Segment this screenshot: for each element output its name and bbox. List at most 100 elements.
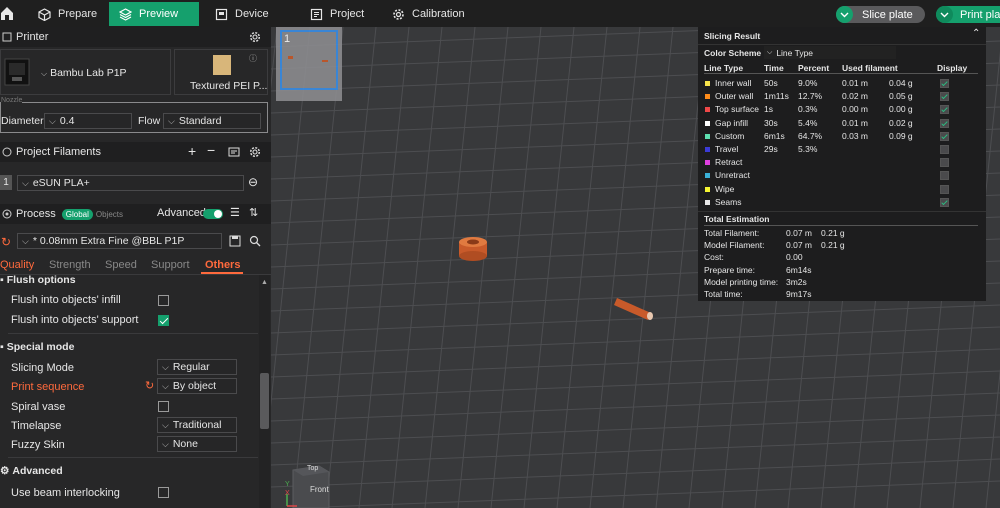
- line-type-time: 6m1s: [764, 130, 785, 141]
- info-icon[interactable]: ⓘ: [249, 53, 257, 64]
- line-type-color-swatch: [705, 160, 710, 166]
- gear-icon[interactable]: [249, 31, 261, 43]
- filament-dropdown[interactable]: ⌵ eSUN PLA+: [17, 175, 244, 191]
- estimation-v1: 0.00: [786, 252, 803, 263]
- tab-others[interactable]: Others: [205, 259, 240, 271]
- plate-selector[interactable]: ⓘ Textured PEI P...: [174, 49, 268, 95]
- slice-plate-label: Slice plate: [862, 8, 913, 21]
- estimation-label: Model printing time:: [704, 276, 779, 287]
- scrollbar-thumb[interactable]: [260, 373, 269, 429]
- tab-support[interactable]: Support: [151, 259, 190, 271]
- remove-filament-icon[interactable]: −: [207, 142, 215, 158]
- left-sidebar: Printer ⌵ Bambu Lab P1P ⓘ Textured PEI P.…: [0, 27, 271, 508]
- tab-label: Device: [235, 8, 269, 20]
- flush-support-label: Flush into objects' support: [11, 314, 139, 326]
- line-type-row: Retract: [698, 156, 986, 169]
- line-type-color-swatch: [705, 94, 710, 100]
- chevron-down-icon[interactable]: [936, 6, 953, 23]
- flow-dropdown[interactable]: ⌵ Standard: [163, 113, 261, 129]
- reset-icon[interactable]: ↻: [145, 379, 154, 392]
- search-icon[interactable]: [249, 235, 261, 247]
- line-type-row: Custom 6m1s 64.7% 0.03 m 0.09 g: [698, 130, 986, 143]
- estimation-label: Prepare time:: [704, 264, 756, 275]
- display-checkbox[interactable]: [940, 184, 949, 194]
- filament-icon: [2, 147, 12, 157]
- section-title: Process: [16, 208, 56, 220]
- slicing-mode-dropdown[interactable]: ⌵ Regular: [157, 359, 237, 375]
- line-type-color-swatch: [705, 186, 710, 192]
- objects-toggle[interactable]: Objects: [96, 210, 123, 219]
- flush-options-heading: ▪ Flush options: [0, 274, 76, 286]
- slice-plate-button[interactable]: Slice plate: [836, 6, 925, 23]
- line-type-name: Seams: [715, 196, 742, 207]
- spiral-vase-checkbox[interactable]: [158, 401, 169, 412]
- printer-name: ⌵ Bambu Lab P1P: [41, 67, 127, 79]
- tab-speed[interactable]: Speed: [105, 259, 137, 271]
- process-profile-dropdown[interactable]: ⌵ * 0.08mm Extra Fine @BBL P1P: [17, 233, 222, 249]
- tab-calibration[interactable]: Calibration: [382, 2, 475, 26]
- tab-preview[interactable]: Preview: [109, 2, 199, 26]
- reset-icon[interactable]: ↻: [1, 235, 11, 249]
- fuzzy-skin-dropdown[interactable]: ⌵ None: [157, 436, 237, 452]
- printer-icon: [215, 8, 228, 20]
- print-sequence-dropdown[interactable]: ⌵ By object: [157, 378, 237, 394]
- home-icon[interactable]: [0, 4, 14, 22]
- filament-index: 1: [0, 175, 12, 190]
- display-checkbox[interactable]: [940, 105, 949, 115]
- display-checkbox[interactable]: [940, 171, 949, 181]
- diameter-dropdown[interactable]: ⌵ 0.4: [44, 113, 132, 129]
- plate-thumbnail[interactable]: 1: [276, 27, 342, 101]
- line-type-name: Inner wall: [715, 78, 752, 88]
- save-icon[interactable]: [229, 235, 241, 247]
- grid-line: [358, 27, 410, 508]
- display-checkbox[interactable]: [940, 79, 949, 88]
- timelapse-dropdown[interactable]: ⌵ Traditional: [157, 417, 237, 433]
- collapse-icon[interactable]: ⌃: [972, 28, 980, 39]
- line-type-row: Wipe: [698, 183, 986, 196]
- global-toggle[interactable]: Global: [61, 208, 93, 220]
- line-type-name: Travel: [715, 144, 739, 154]
- flush-infill-checkbox[interactable]: [158, 295, 169, 306]
- tab-device[interactable]: Device: [205, 2, 279, 26]
- slicing-result-panel: Slicing Result ⌃ Color Scheme ⌵ Line Type…: [698, 27, 986, 301]
- grid-line: [556, 27, 608, 508]
- tab-prepare[interactable]: Prepare: [28, 2, 107, 26]
- display-checkbox[interactable]: [940, 145, 949, 154]
- printer-thumbnail-icon: [4, 58, 30, 86]
- compare-icon[interactable]: ⇅: [249, 206, 258, 219]
- add-filament-icon[interactable]: +: [188, 143, 196, 159]
- process-icon: [2, 209, 12, 219]
- line-type-percent: 64.7%: [798, 130, 823, 141]
- sync-icon[interactable]: [228, 146, 240, 158]
- model-rod[interactable]: [614, 298, 653, 320]
- line-type-m: 0.00 m: [842, 104, 868, 115]
- display-checkbox[interactable]: [940, 118, 949, 128]
- view-orientation-cube[interactable]: Top Front Y X: [285, 464, 337, 508]
- tab-strength[interactable]: Strength: [49, 259, 91, 271]
- beam-interlocking-checkbox[interactable]: [158, 487, 169, 498]
- color-scheme-dropdown[interactable]: ⌵ Line Type: [764, 46, 896, 59]
- display-checkbox[interactable]: [940, 197, 949, 207]
- grid-line: [589, 27, 641, 508]
- more-options-icon[interactable]: ⊖: [248, 175, 258, 189]
- settings-scrollbar[interactable]: ▲: [259, 275, 270, 508]
- line-type-name: Top surface: [715, 104, 759, 115]
- estimation-label: Cost:: [704, 252, 724, 263]
- chevron-down-icon[interactable]: [836, 6, 853, 23]
- print-plate-button[interactable]: Print pla: [936, 6, 1000, 23]
- model-cylinder[interactable]: [459, 237, 487, 261]
- display-checkbox[interactable]: [940, 158, 949, 168]
- tab-quality[interactable]: Quality: [0, 259, 34, 271]
- advanced-toggle[interactable]: [203, 209, 223, 219]
- gear-icon[interactable]: [249, 146, 261, 158]
- tab-project[interactable]: Project: [300, 2, 374, 26]
- line-type-row: Unretract: [698, 169, 986, 182]
- display-checkbox[interactable]: [940, 131, 949, 141]
- printer-selector[interactable]: ⌵ Bambu Lab P1P: [0, 49, 171, 95]
- line-type-color-swatch: [705, 147, 710, 152]
- list-icon[interactable]: ☰: [230, 206, 240, 219]
- grid-line: [271, 326, 1000, 356]
- display-checkbox[interactable]: [940, 92, 949, 102]
- line-type-g: 0.05 g: [889, 91, 913, 102]
- flush-support-checkbox[interactable]: [158, 315, 169, 326]
